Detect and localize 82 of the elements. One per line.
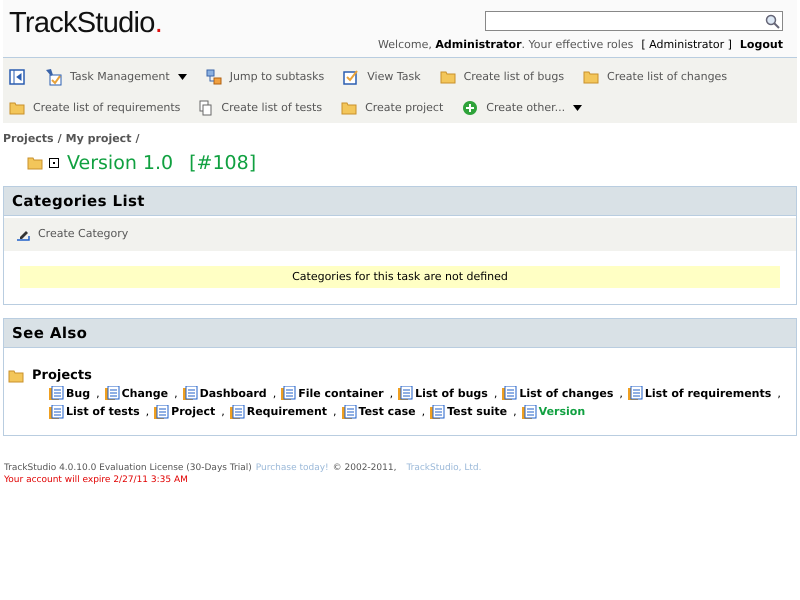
comma: , (272, 386, 276, 402)
document-icon (502, 386, 518, 402)
welcome-text: Welcome, Administrator. Your effective roles (378, 37, 634, 53)
document-icon (182, 386, 198, 402)
document-icon (49, 386, 64, 402)
license-text: TrackStudio 4.0.10.0 Evaluation License (30-Days Trial) (4, 462, 252, 474)
caret-icon (178, 74, 187, 80)
related-link[interactable]: Test case (358, 404, 416, 420)
checkbox-icon (343, 69, 360, 85)
document-icon (154, 404, 170, 420)
document-icon (342, 404, 357, 420)
toolbar-button[interactable]: Create list of requirements (9, 96, 180, 120)
toolbar-button[interactable]: Jump to subtasks (206, 65, 324, 89)
panel-title: Categories List (12, 190, 145, 212)
folder-icon (583, 70, 600, 84)
document-icon (398, 386, 414, 402)
comma: , (494, 386, 498, 402)
related-link[interactable]: File container (298, 386, 384, 402)
breadcrumb-separator: / (58, 131, 62, 147)
breadcrumb-separator: / (135, 131, 140, 147)
folder-icon (27, 156, 43, 170)
caret-icon (573, 105, 582, 111)
document-icon (230, 404, 245, 420)
copyright-text: © 2002-2011, (332, 462, 396, 474)
panel-toggle-icon (9, 69, 25, 85)
subtasks-icon (206, 69, 222, 85)
document-icon (49, 404, 64, 420)
comma: , (333, 404, 337, 420)
toolbar-button[interactable]: Create list of tests (199, 96, 322, 120)
folder-icon (9, 101, 25, 115)
related-link[interactable]: List of requirements (644, 386, 772, 402)
folder-icon (8, 368, 24, 383)
toolbar-button[interactable]: Create project (341, 96, 444, 120)
edit-icon (16, 228, 30, 240)
folder-icon (440, 70, 456, 84)
document-icon (628, 386, 643, 402)
toolbar-button[interactable]: Create other... (462, 96, 582, 120)
breadcrumb-link[interactable]: Projects (3, 131, 54, 148)
comma: , (777, 386, 781, 402)
expand-icon (49, 158, 59, 168)
task-number: [#108] (189, 150, 256, 176)
document-icon (430, 404, 446, 420)
comma: , (146, 404, 150, 420)
comma: , (513, 404, 517, 420)
related-link[interactable]: List of bugs (415, 386, 488, 402)
toolbar-button[interactable]: Task Management (44, 65, 187, 89)
related-link[interactable]: Dashboard (200, 386, 267, 402)
related-link[interactable]: Test suite (447, 404, 508, 420)
expiry-text: Your account will expire 2/27/11 3:35 AM (4, 474, 189, 486)
document-icon (281, 386, 296, 402)
tools-icon (44, 68, 62, 86)
roles-link[interactable]: [ Administrator ] (641, 37, 732, 54)
document-icon (104, 386, 120, 402)
folder-icon (341, 101, 358, 115)
toolbar-button[interactable]: Create list of changes (583, 65, 728, 89)
comma: , (619, 386, 623, 402)
logo: TrackStudio. (8, 6, 162, 41)
comma: , (174, 386, 178, 402)
comma: , (422, 404, 426, 420)
related-link[interactable]: Project (171, 404, 216, 420)
documents-icon (199, 100, 214, 116)
toolbar-button[interactable]: View Task (343, 65, 421, 89)
toolbar-button[interactable]: Create list of bugs (440, 65, 564, 89)
breadcrumb-link[interactable]: My project (66, 131, 132, 148)
related-link[interactable]: List of tests (66, 404, 140, 420)
search-field[interactable] (485, 11, 783, 31)
comma: , (96, 386, 100, 402)
related-link[interactable]: Requirement (246, 404, 328, 420)
comma: , (221, 404, 225, 420)
related-link[interactable]: Change (122, 386, 168, 402)
empty-notice: Categories for this task are not defined (20, 266, 780, 288)
comma: , (390, 386, 394, 402)
related-link[interactable]: Bug (66, 386, 90, 402)
task-title: Version 1.0 (67, 150, 174, 176)
document-icon (522, 404, 537, 420)
logout-link[interactable]: Logout (740, 37, 783, 54)
panel-title: See Also (12, 322, 88, 344)
related-link[interactable]: List of changes (519, 386, 614, 402)
create-category-button[interactable]: Create Category (16, 226, 128, 243)
group-title: Projects (32, 367, 92, 385)
search-icon (765, 14, 780, 28)
plus-icon (462, 100, 478, 116)
